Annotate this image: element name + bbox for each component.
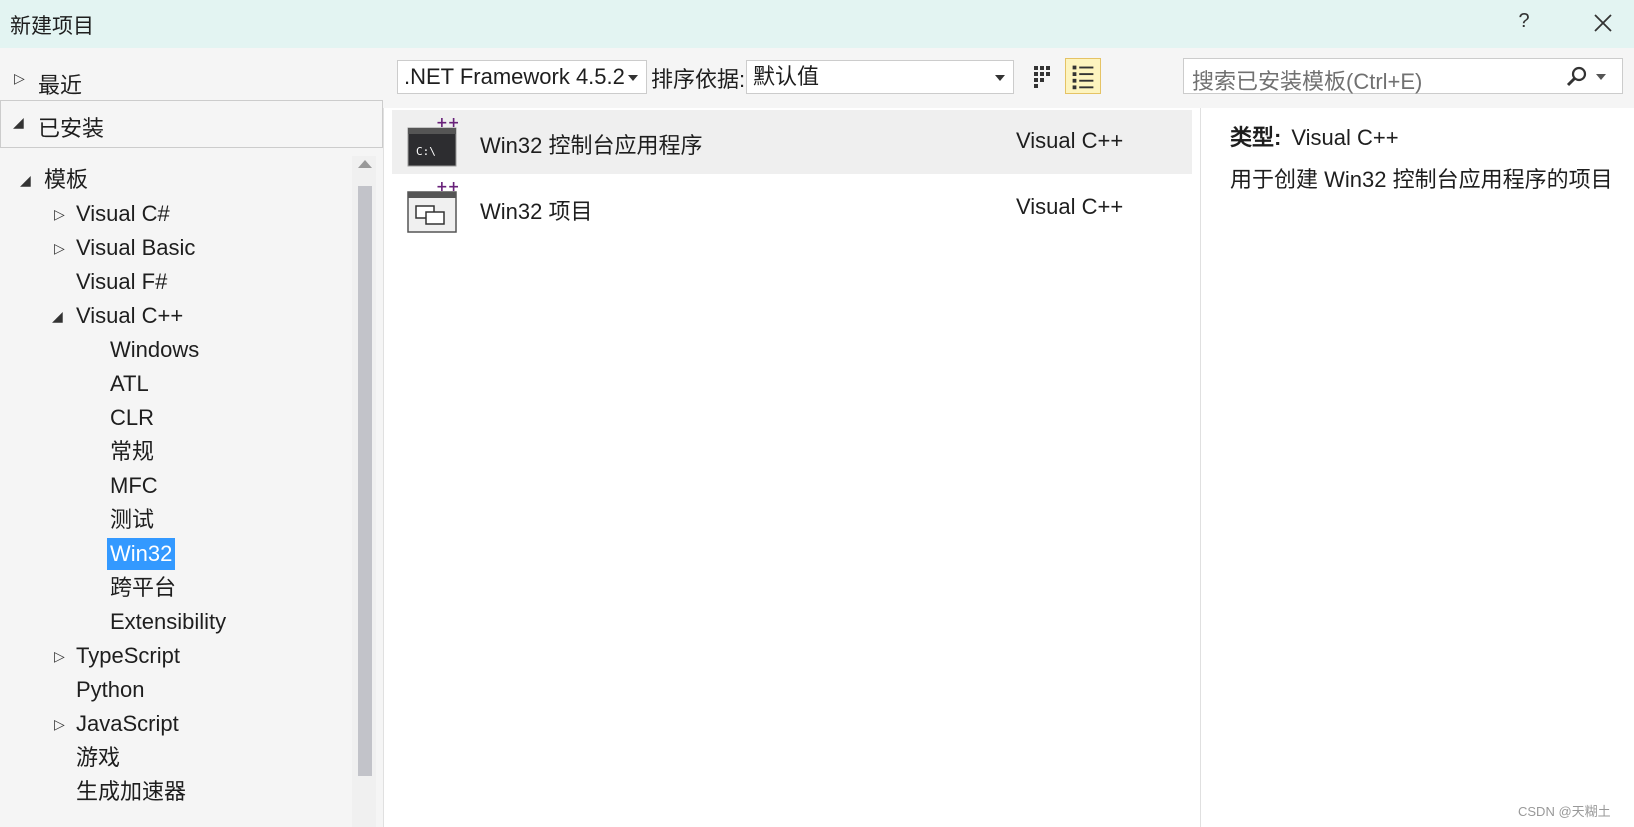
expand-arrow-icon[interactable]: ▷ bbox=[54, 232, 65, 264]
template-language: Visual C++ bbox=[1016, 128, 1124, 153]
chevron-down-icon[interactable] bbox=[1596, 74, 1606, 80]
small-icons-view-icon[interactable] bbox=[1027, 58, 1063, 94]
console-app-icon: C:\ ++ bbox=[407, 115, 459, 167]
template-name: Win32 项目 bbox=[480, 199, 593, 224]
search-placeholder: 搜索已安装模板(Ctrl+E) bbox=[1192, 69, 1423, 94]
type-value: Visual C++ bbox=[1291, 125, 1399, 150]
chevron-down-icon bbox=[995, 75, 1005, 81]
win32-project-icon: ++ bbox=[407, 180, 459, 233]
collapse-arrow-icon[interactable]: ◢ bbox=[20, 164, 31, 196]
framework-value: .NET Framework 4.5.2 bbox=[404, 64, 625, 89]
template-description: 用于创建 Win32 控制台应用程序的项目 bbox=[1230, 167, 1613, 192]
template-list: C:\ ++ Win32 控制台应用程序 Visual C++ ++ Win32… bbox=[383, 108, 1201, 827]
list-view-icon[interactable] bbox=[1065, 58, 1101, 94]
svg-text:C:\: C:\ bbox=[416, 145, 436, 158]
template-item-win32-project[interactable]: ++ Win32 项目 Visual C++ bbox=[392, 176, 1192, 240]
type-row: 类型: Visual C++ bbox=[1230, 120, 1399, 152]
sort-dropdown[interactable]: 默认值 bbox=[746, 60, 1014, 94]
search-icon[interactable] bbox=[1564, 65, 1590, 89]
template-language: Visual C++ bbox=[1016, 194, 1124, 219]
title-bar: 新建项目 ? bbox=[0, 0, 1634, 48]
collapse-arrow-icon[interactable]: ◢ bbox=[13, 114, 24, 131]
close-icon[interactable] bbox=[1588, 8, 1618, 38]
framework-dropdown[interactable]: .NET Framework 4.5.2 bbox=[397, 60, 647, 94]
details-panel: 类型: Visual C++ 用于创建 Win32 控制台应用程序的项目 bbox=[1202, 108, 1634, 827]
left-panel: ▷ 最近 ◢ 已安装 ◢ 模板 ▷ Visual C# ▷ Visual Bas… bbox=[0, 48, 383, 827]
window-title: 新建项目 bbox=[10, 15, 94, 38]
search-input[interactable]: 搜索已安装模板(Ctrl+E) bbox=[1183, 58, 1623, 94]
tree-scrollbar[interactable] bbox=[352, 156, 376, 827]
chevron-down-icon bbox=[628, 75, 638, 81]
scrollbar-thumb[interactable] bbox=[358, 186, 372, 776]
watermark: CSDN @天糊土 bbox=[1518, 804, 1611, 819]
svg-text:++: ++ bbox=[436, 180, 459, 195]
section-recent[interactable]: ▷ 最近 bbox=[0, 58, 383, 102]
sort-label: 排序依据: bbox=[651, 67, 746, 92]
expand-arrow-icon[interactable]: ▷ bbox=[54, 640, 65, 672]
type-label: 类型: bbox=[1230, 125, 1282, 150]
svg-text:++: ++ bbox=[436, 115, 459, 131]
sort-value: 默认值 bbox=[753, 64, 820, 89]
section-installed-label: 已安装 bbox=[38, 116, 105, 141]
help-button[interactable]: ? bbox=[1510, 10, 1538, 33]
template-name: Win32 控制台应用程序 bbox=[480, 133, 703, 158]
template-tree: ◢ 模板 ▷ Visual C# ▷ Visual Basic Visual F… bbox=[0, 156, 352, 827]
section-recent-label: 最近 bbox=[38, 73, 83, 98]
expand-arrow-icon[interactable]: ▷ bbox=[14, 70, 25, 87]
template-item-console[interactable]: C:\ ++ Win32 控制台应用程序 Visual C++ bbox=[392, 110, 1192, 174]
collapse-arrow-icon[interactable]: ◢ bbox=[52, 300, 63, 332]
scroll-up-arrow-icon[interactable] bbox=[358, 160, 372, 168]
expand-arrow-icon[interactable]: ▷ bbox=[54, 708, 65, 740]
toolbar: .NET Framework 4.5.2 排序依据: 默认值 搜索已安装模板(C… bbox=[383, 48, 1634, 108]
section-installed[interactable]: ◢ 已安装 bbox=[0, 100, 383, 148]
expand-arrow-icon[interactable]: ▷ bbox=[54, 198, 65, 230]
